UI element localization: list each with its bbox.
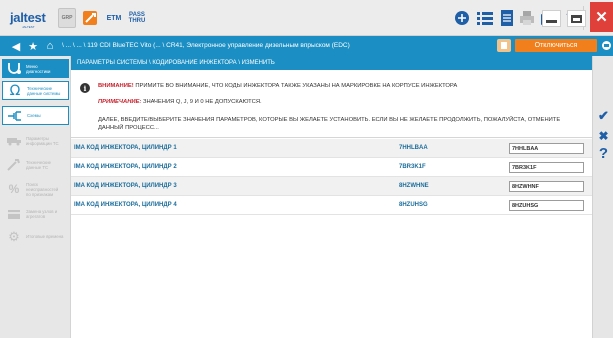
sidebar-item-label: Технические данные ТС (26, 159, 52, 170)
table-row: IMA КОД ИНЖЕКТОРА, ЦИЛИНДР 2 7BR3K1F (71, 158, 592, 177)
info-icon: i (80, 83, 90, 93)
tools-icon[interactable] (79, 8, 101, 28)
maximize-icon (571, 15, 582, 23)
vehicle-icon[interactable] (451, 8, 473, 28)
current-code: 7HHLBAA (399, 145, 428, 151)
gear-icon: ⚙ (8, 228, 20, 244)
sidebar-item-label: Схемы (27, 113, 41, 118)
minimize-icon (546, 20, 557, 23)
accept-icon[interactable]: ✔ (596, 108, 611, 123)
sidebar-item-label: Меню диагностики (26, 63, 51, 74)
current-code: 7BR3K1F (399, 164, 426, 170)
sidebar-item-label: Параметры информации ТС (26, 135, 59, 146)
warning-text: ПРИМИТЕ ВО ВНИМАНИЕ, ЧТО КОДЫ ИНЖЕКТОРА … (133, 83, 458, 89)
etm-button[interactable]: ETM (103, 8, 125, 28)
stethoscope-icon (4, 60, 24, 77)
wrench-icon (4, 156, 24, 173)
notes-button[interactable] (497, 39, 511, 52)
top-toolbar: jaltest JALTEST GRP ETM PASS THRU (0, 0, 613, 36)
favorite-star-icon[interactable]: ★ (26, 40, 40, 53)
ohm-icon: Ω (9, 82, 21, 99)
sidebar-item-diagnostics-menu[interactable]: Меню диагностики (2, 59, 69, 78)
parameter-name: IMA КОД ИНЖЕКТОРА, ЦИЛИНДР 4 (74, 202, 177, 208)
jaltest-logo: jaltest (10, 10, 46, 25)
sidebar-item-parts-replacement[interactable]: Замена узлов и агрегатов (2, 204, 69, 223)
notice-panel: i ВНИМАНИЕ! ПРИМИТЕ ВО ВНИМАНИЕ, ЧТО КОД… (71, 70, 592, 138)
close-button[interactable]: ✕ (590, 2, 613, 32)
note-line: ПРИМЕЧАНИЕ: ЗНАЧЕНИЯ Q, J, 9 И 0 НЕ ДОПУ… (98, 99, 262, 105)
injector-code-input[interactable] (509, 200, 584, 211)
cancel-icon[interactable]: ✖ (596, 128, 611, 143)
documents-icon[interactable] (496, 8, 518, 28)
injector-code-input[interactable] (509, 181, 584, 192)
table-row: IMA КОД ИНЖЕКТОРА, ЦИЛИНДР 3 8HZWHNE (71, 177, 592, 196)
warning-label: ВНИМАНИЕ! (98, 83, 134, 89)
sidebar-item-vehicle-tech-data[interactable]: Технические данные ТС (2, 155, 69, 174)
box-icon (4, 205, 24, 222)
logo-sub: JALTEST (22, 25, 35, 29)
note-text: ЗНАЧЕНИЯ Q, J, 9 И 0 НЕ ДОПУСКАЮТСЯ. (141, 99, 262, 105)
sidebar-item-system-data[interactable]: Ω Технические данные системы (2, 81, 69, 100)
pass-thru-button[interactable]: PASS THRU (126, 8, 148, 28)
action-rail: ✔ ✖ ? (592, 56, 613, 338)
injector-code-input[interactable] (509, 162, 584, 173)
current-code: 8HZWHNE (399, 183, 429, 189)
grp-button[interactable]: GRP (58, 8, 76, 28)
page-title: ПАРАМЕТРЫ СИСТЕМЫ \ КОДИРОВАНИЕ ИНЖЕКТОР… (71, 56, 592, 70)
disconnect-button[interactable]: Отключиться (515, 39, 597, 52)
injector-code-input[interactable] (509, 143, 584, 154)
sidebar-item-vehicle-info[interactable]: Параметры информации ТС (2, 131, 69, 150)
power-status-icon[interactable] (602, 41, 611, 50)
maximize-button[interactable] (567, 10, 586, 27)
table-row: IMA КОД ИНЖЕКТОРА, ЦИЛИНДР 4 8HZUHSG (71, 196, 592, 215)
warning-line: ВНИМАНИЕ! ПРИМИТЕ ВО ВНИМАНИЕ, ЧТО КОДЫ … (98, 83, 457, 89)
parameter-name: IMA КОД ИНЖЕКТОРА, ЦИЛИНДР 2 (74, 164, 177, 170)
parameter-name: IMA КОД ИНЖЕКТОРА, ЦИЛИНДР 1 (74, 145, 177, 151)
injector-code-table: IMA КОД ИНЖЕКТОРА, ЦИЛИНДР 1 7HHLBAA IMA… (71, 139, 592, 215)
instruction-text: ДАЛЕЕ, ВВЕДИТЕ/ВЫБЕРИТЕ ЗНАЧЕНИЯ ПАРАМЕТ… (98, 117, 561, 131)
table-row: IMA КОД ИНЖЕКТОРА, ЦИЛИНДР 1 7HHLBAA (71, 139, 592, 158)
sidebar-item-label: Технические данные системы (27, 85, 61, 96)
sidebar: Меню диагностики Ω Технические данные си… (0, 56, 71, 338)
percent-icon: % (8, 182, 20, 196)
back-arrow-icon[interactable]: ◀ (9, 40, 23, 53)
truck-icon (4, 132, 24, 149)
minimize-button[interactable] (542, 10, 561, 27)
parameter-name: IMA КОД ИНЖЕКТОРА, ЦИЛИНДР 3 (74, 183, 177, 189)
navigation-bar: ◀ ★ ⌂ \ ... \ ... \ 119 CDI BlueTEC Vito… (0, 36, 613, 56)
sidebar-item-troubleshooting[interactable]: % Поиск неисправностей по признакам (2, 178, 69, 200)
help-question-icon[interactable]: ? (596, 145, 611, 162)
notes-icon (501, 42, 507, 49)
sidebar-item-total-times[interactable]: ⚙ Итоговые времена (2, 227, 69, 246)
sidebar-item-diagrams[interactable]: Схемы (2, 106, 69, 125)
sidebar-item-label: Поиск неисправностей по признакам (26, 181, 59, 197)
home-icon[interactable]: ⌂ (43, 40, 57, 52)
breadcrumb[interactable]: \ ... \ ... \ 119 CDI BlueTEC Vito (... … (62, 42, 350, 49)
print-icon[interactable] (516, 8, 538, 28)
list-icon[interactable] (474, 8, 496, 28)
note-label: ПРИМЕЧАНИЕ: (98, 99, 142, 105)
close-icon: ✕ (595, 9, 608, 26)
sidebar-item-label: Замена узлов и агрегатов (26, 208, 58, 219)
wiring-icon (5, 107, 25, 124)
current-code: 8HZUHSG (399, 202, 428, 208)
sidebar-item-label: Итоговые времена (26, 234, 64, 239)
